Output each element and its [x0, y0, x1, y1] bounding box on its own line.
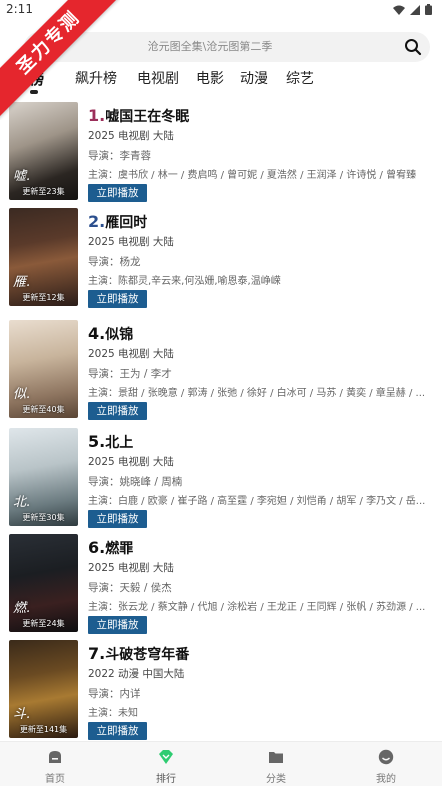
home-icon [49, 751, 61, 763]
item-meta: 2022 动漫 中国大陆 [88, 668, 185, 680]
play-button[interactable]: 立即播放 [88, 510, 147, 528]
nav-rank[interactable]: 排行 [136, 742, 196, 786]
item-cast: 主演：白鹿 / 欧豪 / 崔子路 / 高至霆 / 李宛妲 / 刘恺甬 / 胡军 … [88, 496, 426, 507]
poster-image[interactable]: 北. 更新至30集 [9, 428, 78, 526]
title-text: 斗破苍穹年番 [105, 647, 190, 663]
nav-label: 我的 [376, 774, 396, 785]
poster-art-text: 嘘. [13, 169, 31, 184]
item-director: 导演：杨龙 [88, 256, 141, 268]
poster-art-text: 北. [13, 495, 31, 510]
rank-icon [159, 750, 173, 764]
item-cast: 主演：景甜 / 张晚意 / 郭涛 / 张弛 / 徐好 / 白冰可 / 马苏 / … [88, 388, 426, 399]
search-bar[interactable]: 沧元图全集\沧元图第二季 [24, 32, 430, 62]
tab-hot[interactable]: 播榜 [14, 68, 44, 89]
tab-variety[interactable]: 综艺 [286, 68, 314, 88]
title-text: 嘘国王在冬眠 [105, 109, 190, 125]
episode-badge: 更新至24集 [22, 619, 65, 628]
item-cast: 主演：张云龙 / 蔡文静 / 代旭 / 涂松岩 / 王龙正 / 王同辉 / 张帆… [88, 602, 426, 613]
item-meta: 2025 电视剧 大陆 [88, 236, 174, 248]
poster-art-text: 雁. [13, 275, 31, 290]
item-title: 1.嘘国王在冬眠 [88, 106, 189, 126]
episode-badge: 更新至40集 [22, 405, 65, 414]
item-director: 导演：姚晓峰 / 周楠 [88, 476, 183, 488]
poster-image[interactable]: 似. 更新至40集 [9, 320, 78, 418]
play-button[interactable]: 立即播放 [88, 616, 147, 634]
item-title: 6.燃罪 [88, 538, 133, 558]
status-bar: 2:11 [0, 0, 442, 22]
rank-number: 2. [88, 212, 106, 231]
item-director: 导演：王为 / 李才 [88, 368, 172, 380]
item-director: 导演：李青蓉 [88, 150, 151, 162]
list-item[interactable]: 燃. 更新至24集 6.燃罪 2025 电视剧 大陆 导演：天毅 / 侯杰 主演… [0, 534, 442, 640]
nav-label: 排行 [156, 774, 176, 785]
list-item[interactable]: 嘘. 更新至23集 1.嘘国王在冬眠 2025 电视剧 大陆 导演：李青蓉 主演… [0, 102, 442, 208]
tab-indicator [30, 90, 38, 94]
rank-number: 5. [88, 432, 106, 451]
list-item[interactable]: 雁. 更新至12集 2.雁回时 2025 电视剧 大陆 导演：杨龙 主演：陈都灵… [0, 208, 442, 314]
item-cast: 主演：未知 [88, 708, 138, 719]
episode-badge: 更新至12集 [22, 293, 65, 302]
battery-icon [425, 4, 432, 15]
rank-number: 4. [88, 324, 106, 343]
wifi-icon [393, 5, 405, 15]
nav-category[interactable]: 分类 [246, 742, 306, 786]
poster-image[interactable]: 雁. 更新至12集 [9, 208, 78, 306]
nav-label: 首页 [45, 774, 65, 785]
rank-number: 7. [88, 644, 106, 663]
item-meta: 2025 电视剧 大陆 [88, 456, 174, 468]
bottom-nav: 首页 排行 分类 我的 [0, 741, 442, 786]
play-button[interactable]: 立即播放 [88, 722, 147, 740]
poster-art-text: 斗. [13, 707, 31, 722]
list-item[interactable]: 斗. 更新至141集 7.斗破苍穹年番 2022 动漫 中国大陆 导演：内详 主… [0, 640, 442, 746]
item-director: 导演：内详 [88, 688, 141, 700]
item-title: 5.北上 [88, 432, 133, 452]
category-tabs: 播榜 飙升榜 电视剧 电影 动漫 综艺 [0, 66, 442, 96]
title-text: 雁回时 [105, 215, 148, 231]
item-cast: 主演：虞书欣 / 林一 / 费启鸣 / 曾可妮 / 夏浩然 / 王润泽 / 许诗… [88, 170, 417, 181]
item-meta: 2025 电视剧 大陆 [88, 348, 174, 360]
tab-rising[interactable]: 飙升榜 [75, 68, 117, 88]
poster-image[interactable]: 斗. 更新至141集 [9, 640, 78, 738]
item-director: 导演：天毅 / 侯杰 [88, 582, 172, 594]
poster-image[interactable]: 燃. 更新至24集 [9, 534, 78, 632]
rank-number: 1. [88, 106, 106, 125]
episode-badge: 更新至23集 [22, 187, 65, 196]
play-button[interactable]: 立即播放 [88, 402, 147, 420]
status-time: 2:11 [6, 2, 33, 16]
list-item[interactable]: 似. 更新至40集 4.似锦 2025 电视剧 大陆 导演：王为 / 李才 主演… [0, 320, 442, 426]
item-cast: 主演：陈都灵,辛云来,何泓姗,喻恩泰,温峥嵘 [88, 276, 281, 287]
title-text: 似锦 [105, 327, 134, 343]
play-button[interactable]: 立即播放 [88, 184, 147, 202]
item-title: 7.斗破苍穹年番 [88, 644, 189, 664]
search-icon[interactable] [404, 38, 422, 56]
title-text: 北上 [105, 435, 134, 451]
item-title: 4.似锦 [88, 324, 133, 344]
profile-icon [378, 749, 394, 765]
play-button[interactable]: 立即播放 [88, 290, 147, 308]
poster-art-text: 似. [13, 387, 31, 402]
rank-number: 6. [88, 538, 106, 557]
nav-profile[interactable]: 我的 [356, 742, 416, 786]
nav-home[interactable]: 首页 [25, 742, 85, 786]
item-title: 2.雁回时 [88, 212, 147, 232]
poster-art-text: 燃. [13, 601, 31, 616]
tab-movie[interactable]: 电影 [196, 68, 224, 88]
status-icons [393, 4, 432, 15]
item-meta: 2025 电视剧 大陆 [88, 130, 174, 142]
tab-anime[interactable]: 动漫 [240, 68, 268, 88]
episode-badge: 更新至141集 [19, 725, 68, 734]
signal-icon [410, 4, 420, 15]
item-meta: 2025 电视剧 大陆 [88, 562, 174, 574]
episode-badge: 更新至30集 [22, 513, 65, 522]
tab-tv[interactable]: 电视剧 [137, 68, 179, 88]
folder-icon [269, 752, 283, 763]
poster-image[interactable]: 嘘. 更新至23集 [9, 102, 78, 200]
nav-label: 分类 [266, 774, 286, 785]
title-text: 燃罪 [105, 541, 134, 557]
list-item[interactable]: 北. 更新至30集 5.北上 2025 电视剧 大陆 导演：姚晓峰 / 周楠 主… [0, 428, 442, 534]
search-placeholder: 沧元图全集\沧元图第二季 [147, 40, 273, 53]
